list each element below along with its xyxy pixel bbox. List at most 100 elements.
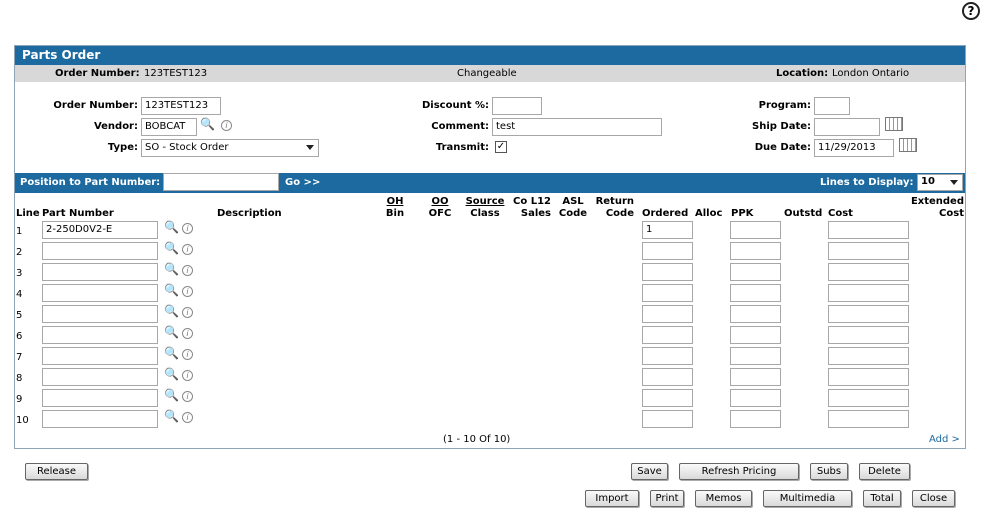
part-lookup-icon[interactable]: 🔍 bbox=[164, 220, 179, 234]
col-line: Line bbox=[16, 208, 40, 219]
part-lookup-icon[interactable]: 🔍 bbox=[164, 283, 179, 297]
row-ordered-input[interactable] bbox=[642, 389, 693, 407]
row-cost-input[interactable] bbox=[828, 263, 909, 281]
row-part-number-input[interactable] bbox=[42, 263, 158, 281]
col-oo-ofc[interactable]: OO OFC bbox=[424, 196, 456, 220]
row-ordered-input[interactable] bbox=[642, 410, 693, 428]
vendor-input[interactable]: BOBCAT bbox=[141, 118, 197, 136]
col-sales: Sales bbox=[520, 208, 551, 219]
col-oo[interactable]: OO bbox=[431, 196, 448, 207]
part-lookup-icon[interactable]: 🔍 bbox=[164, 388, 179, 402]
row-cost-input[interactable] bbox=[828, 221, 909, 239]
row-ppk-input[interactable] bbox=[730, 347, 781, 365]
discount-input[interactable] bbox=[492, 97, 542, 115]
row-ppk-input[interactable] bbox=[730, 284, 781, 302]
row-ppk-input[interactable] bbox=[730, 221, 781, 239]
row-cost-input[interactable] bbox=[828, 242, 909, 260]
due-date-input[interactable]: 11/29/2013 bbox=[814, 139, 894, 157]
row-ordered-input[interactable] bbox=[642, 305, 693, 323]
part-lookup-icon[interactable]: 🔍 bbox=[164, 325, 179, 339]
row-ordered-input[interactable]: 1 bbox=[642, 221, 693, 239]
part-info-icon[interactable]: i bbox=[182, 412, 193, 423]
row-ppk-input[interactable] bbox=[730, 242, 781, 260]
row-ordered-input[interactable] bbox=[642, 347, 693, 365]
part-info-icon[interactable]: i bbox=[182, 307, 193, 318]
row-cost-input[interactable] bbox=[828, 305, 909, 323]
part-info-icon[interactable]: i bbox=[182, 349, 193, 360]
row-ordered-input[interactable] bbox=[642, 263, 693, 281]
part-info-icon[interactable]: i bbox=[182, 286, 193, 297]
row-ppk-input[interactable] bbox=[730, 389, 781, 407]
col-col12: Co L12 bbox=[513, 196, 551, 207]
refresh-pricing-button[interactable]: Refresh Pricing bbox=[679, 463, 799, 480]
row-part-number-input[interactable] bbox=[42, 326, 158, 344]
row-ppk-input[interactable] bbox=[730, 305, 781, 323]
vendor-info-icon[interactable]: i bbox=[221, 120, 232, 131]
order-number-input[interactable]: 123TEST123 bbox=[141, 97, 221, 115]
part-lookup-icon[interactable]: 🔍 bbox=[164, 409, 179, 423]
due-date-calendar-icon[interactable] bbox=[899, 138, 917, 152]
part-info-icon[interactable]: i bbox=[182, 223, 193, 234]
part-lookup-icon[interactable]: 🔍 bbox=[164, 367, 179, 381]
part-lookup-icon[interactable]: 🔍 bbox=[164, 346, 179, 360]
part-info-icon[interactable]: i bbox=[182, 328, 193, 339]
ship-date-input[interactable] bbox=[814, 118, 880, 136]
row-part-number-input[interactable] bbox=[42, 242, 158, 260]
row-part-number-input[interactable] bbox=[42, 389, 158, 407]
col-source[interactable]: Source bbox=[466, 196, 505, 207]
row-cost-input[interactable] bbox=[828, 284, 909, 302]
col-oh-bin[interactable]: OH Bin bbox=[380, 196, 410, 220]
memos-button[interactable]: Memos bbox=[695, 490, 752, 507]
row-ppk-input[interactable] bbox=[730, 368, 781, 386]
row-part-number-input[interactable] bbox=[42, 368, 158, 386]
row-part-number-input[interactable] bbox=[42, 347, 158, 365]
position-part-input[interactable] bbox=[163, 173, 279, 191]
add-link[interactable]: Add > bbox=[929, 434, 960, 445]
row-ppk-input[interactable] bbox=[730, 263, 781, 281]
total-button[interactable]: Total bbox=[863, 490, 901, 507]
row-cost-input[interactable] bbox=[828, 389, 909, 407]
multimedia-button[interactable]: Multimedia bbox=[763, 490, 852, 507]
row-part-number-input[interactable] bbox=[42, 284, 158, 302]
row-cost-input[interactable] bbox=[828, 410, 909, 428]
transmit-checkbox[interactable]: ✓ bbox=[495, 141, 507, 153]
print-button[interactable]: Print bbox=[650, 490, 684, 507]
import-button[interactable]: Import bbox=[585, 490, 639, 507]
row-ordered-input[interactable] bbox=[642, 242, 693, 260]
part-info-icon[interactable]: i bbox=[182, 265, 193, 276]
program-input[interactable] bbox=[814, 97, 850, 115]
help-icon[interactable]: ? bbox=[962, 2, 980, 20]
close-button[interactable]: Close bbox=[912, 490, 955, 507]
ship-date-calendar-icon[interactable] bbox=[885, 117, 903, 131]
part-info-icon[interactable]: i bbox=[182, 244, 193, 255]
row-ppk-input[interactable] bbox=[730, 326, 781, 344]
row-part-number-input[interactable] bbox=[42, 305, 158, 323]
save-button[interactable]: Save bbox=[631, 463, 668, 480]
lines-to-display-select[interactable]: 10 bbox=[917, 174, 963, 191]
part-lookup-icon[interactable]: 🔍 bbox=[164, 262, 179, 276]
part-info-icon[interactable]: i bbox=[182, 370, 193, 381]
col-oh[interactable]: OH bbox=[387, 196, 404, 207]
row-cost-input[interactable] bbox=[828, 368, 909, 386]
row-ppk-input[interactable] bbox=[730, 410, 781, 428]
row-ordered-input[interactable] bbox=[642, 368, 693, 386]
row-ordered-input[interactable] bbox=[642, 326, 693, 344]
go-button[interactable]: Go >> bbox=[285, 177, 320, 188]
row-part-number-input[interactable]: 2-250D0V2-E bbox=[42, 221, 158, 239]
release-button[interactable]: Release bbox=[25, 463, 88, 480]
row-cost-input[interactable] bbox=[828, 326, 909, 344]
row-part-number-input[interactable] bbox=[42, 410, 158, 428]
col-source-class[interactable]: Source Class bbox=[462, 196, 508, 220]
part-info-icon[interactable]: i bbox=[182, 391, 193, 402]
comment-input[interactable]: test bbox=[492, 118, 662, 136]
col-return-code-label: Code bbox=[605, 208, 634, 219]
delete-button[interactable]: Delete bbox=[859, 463, 910, 480]
part-lookup-icon[interactable]: 🔍 bbox=[164, 241, 179, 255]
order-number-label: Order Number: bbox=[53, 100, 138, 111]
subs-button[interactable]: Subs bbox=[810, 463, 848, 480]
row-cost-input[interactable] bbox=[828, 347, 909, 365]
row-ordered-input[interactable] bbox=[642, 284, 693, 302]
part-lookup-icon[interactable]: 🔍 bbox=[164, 304, 179, 318]
type-select[interactable]: SO - Stock Order bbox=[141, 139, 319, 157]
vendor-lookup-icon[interactable]: 🔍 bbox=[200, 117, 215, 131]
